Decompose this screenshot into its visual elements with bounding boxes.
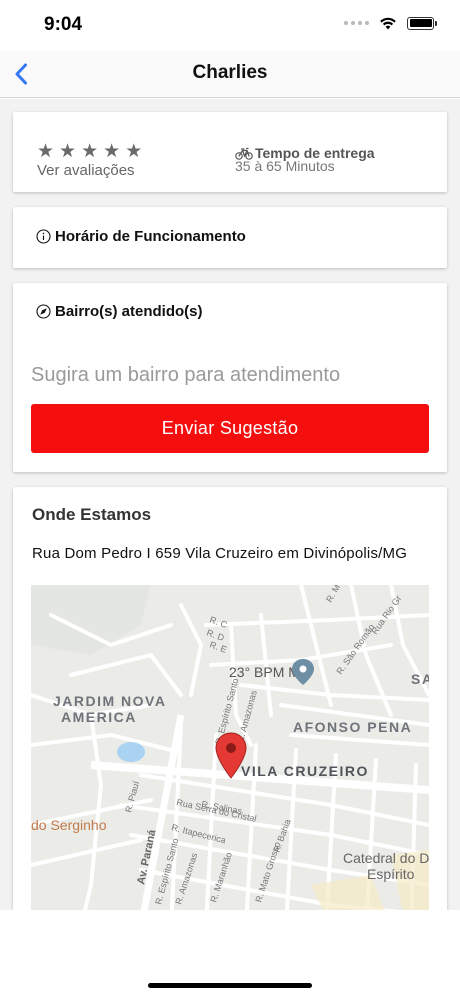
map-label-district: VILA CRUZEIRO	[241, 763, 369, 779]
star-icon: ★	[59, 140, 77, 162]
map-label-poi: do Serginho	[31, 817, 107, 833]
location-address: Rua Dom Pedro I 659 Vila Cruzeiro em Div…	[32, 545, 408, 562]
star-icon: ★	[125, 140, 143, 162]
map-label-district: AFONSO PENA	[293, 719, 412, 735]
info-icon	[36, 229, 51, 244]
neighborhoods-label: Bairro(s) atendido(s)	[55, 303, 203, 320]
delivery-time-block: Tempo de entrega 35 à 65 Minutos	[235, 145, 375, 174]
content-area[interactable]: ★ ★ ★ ★ ★ Ver avaliações Tempo de entreg…	[0, 99, 460, 910]
location-title: Onde Estamos	[32, 505, 152, 524]
suggest-neighborhood-input[interactable]	[31, 357, 429, 393]
cellular-signal-icon	[344, 21, 369, 25]
star-icon: ★	[103, 140, 121, 162]
map-canvas[interactable]: JARDIM NOVA AMERICA AFONSO PENA VILA CRU…	[31, 585, 429, 910]
neighborhoods-card: Bairro(s) atendido(s) Enviar Sugestão	[13, 283, 447, 472]
store-info-card: ★ ★ ★ ★ ★ Ver avaliações Tempo de entreg…	[13, 112, 447, 192]
map-label-poi: Catedral do D	[343, 850, 429, 866]
map-label-district: SA	[411, 671, 429, 687]
home-indicator[interactable]	[148, 983, 312, 988]
status-bar: 9:04	[0, 0, 460, 50]
navigation-bar: Charlies	[0, 50, 460, 98]
home-indicator-area	[0, 910, 460, 996]
page-title: Charlies	[192, 62, 268, 83]
location-map[interactable]: JARDIM NOVA AMERICA AFONSO PENA VILA CRU…	[31, 585, 429, 910]
opening-hours-label: Horário de Funcionamento	[55, 228, 246, 245]
map-label-district: AMERICA	[61, 709, 137, 725]
rating-stars[interactable]: ★ ★ ★ ★ ★	[37, 142, 142, 161]
opening-hours-header: Horário de Funcionamento	[36, 228, 246, 245]
star-icon: ★	[81, 140, 99, 162]
location-card: Onde Estamos Rua Dom Pedro I 659 Vila Cr…	[13, 487, 447, 910]
wifi-icon	[380, 17, 396, 30]
map-label-poi: Espírito	[367, 866, 415, 882]
status-time: 9:04	[44, 14, 83, 35]
neighborhoods-header: Bairro(s) atendido(s)	[36, 303, 203, 320]
opening-hours-card[interactable]: Horário de Funcionamento	[13, 207, 447, 268]
star-icon: ★	[37, 140, 55, 162]
navigation-icon	[36, 304, 51, 319]
status-icons	[344, 16, 437, 30]
see-reviews-link[interactable]: Ver avaliações	[37, 162, 135, 179]
send-suggestion-button[interactable]: Enviar Sugestão	[31, 404, 429, 453]
map-label-district: JARDIM NOVA	[53, 693, 166, 709]
battery-icon	[407, 16, 437, 30]
